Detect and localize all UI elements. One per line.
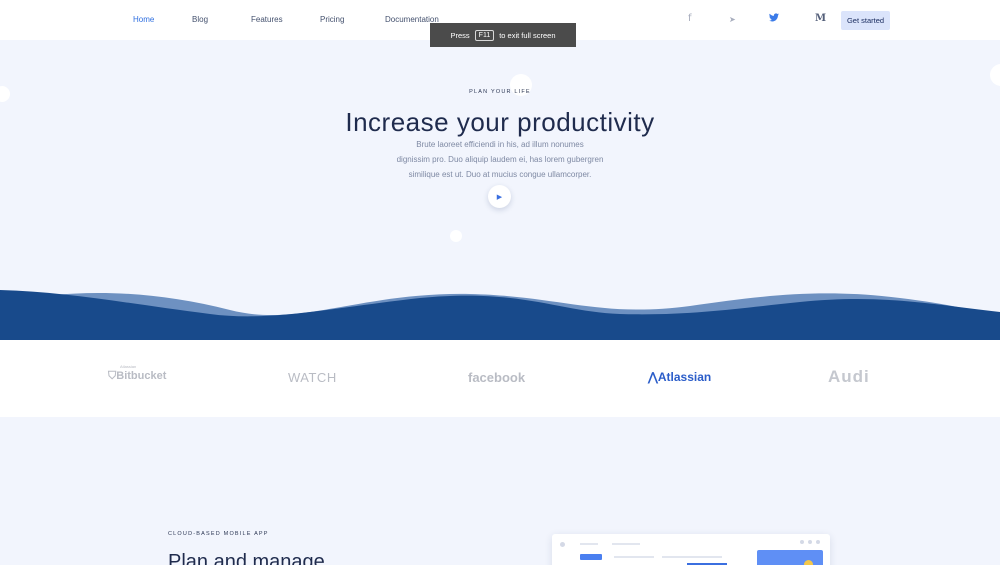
hero-waves <box>0 290 1000 340</box>
atlassian-logo-text: Atlassian <box>657 370 712 384</box>
telegram-icon[interactable]: ➤ <box>729 15 736 24</box>
hero-subtext-line: similique est ut. Duo at mucius congue u… <box>408 170 592 179</box>
mock-weather-card <box>757 550 823 565</box>
nav-link-pricing[interactable]: Pricing <box>320 15 344 24</box>
fullscreen-notice: Press F11 to exit full screen <box>430 23 576 47</box>
atlassian-icon: ⋀ <box>648 370 658 384</box>
facebook-logo: facebook <box>468 370 526 385</box>
features-eyebrow: CLOUD-BASED MOBILE APP <box>168 531 269 537</box>
decor-bubble <box>990 64 1000 86</box>
toast-press-text: Press <box>450 30 470 40</box>
mock-button <box>580 554 602 560</box>
atlassian-logo: ⋀Atlassian <box>648 370 711 384</box>
medium-icon[interactable]: M <box>815 13 826 24</box>
bitbucket-logo: Atlassian ⛉Bitbucket <box>108 364 167 383</box>
mock-dot <box>800 540 804 544</box>
toast-rest-text: to exit full screen <box>499 30 556 40</box>
hero-eyebrow: PLAN YOUR LIFE <box>469 89 531 95</box>
hero-subtext-line: dignissim pro. Duo aliquip laudem ei, ha… <box>396 155 604 164</box>
mock-dot <box>808 540 812 544</box>
play-icon: ▶ <box>496 193 503 201</box>
features-section: CLOUD-BASED MOBILE APP Plan and manage <box>0 417 1000 565</box>
apple-watch-logo: WATCH <box>288 370 337 385</box>
mock-dot <box>816 540 820 544</box>
bitbucket-logo-text: Bitbucket <box>116 370 167 382</box>
audi-logo: Audi <box>828 367 870 386</box>
bitbucket-logo-small-text: Atlassian <box>120 364 137 369</box>
get-started-button[interactable]: Get started <box>841 11 890 30</box>
mock-line <box>662 556 722 558</box>
mock-line <box>614 556 654 558</box>
hero-section: PLAN YOUR LIFE Increase your productivit… <box>0 40 1000 340</box>
apple-watch-logo-text: WATCH <box>288 370 337 385</box>
partner-logos: Atlassian ⛉Bitbucket WATCH facebook ⋀Atl… <box>0 340 1000 417</box>
bitbucket-logo-icon: ⛉ <box>108 370 117 382</box>
nav-link-home[interactable]: Home <box>133 15 154 24</box>
hero-headline: Increase your productivity <box>345 107 655 137</box>
nav-link-blog[interactable]: Blog <box>192 15 208 24</box>
nav-link-features[interactable]: Features <box>251 15 283 24</box>
facebook-icon[interactable]: f <box>688 13 692 24</box>
mock-line <box>580 543 598 545</box>
decor-bubble <box>450 230 462 242</box>
hero-subtext: Brute laoreet efficiendi in his, ad illu… <box>360 137 640 182</box>
hero-subtext-line: Brute laoreet efficiendi in his, ad illu… <box>416 140 584 149</box>
play-video-button[interactable]: ▶ <box>488 185 511 208</box>
mock-avatar <box>560 542 565 547</box>
features-heading: Plan and manage <box>168 551 325 565</box>
app-screenshot-mockup <box>552 534 830 565</box>
twitter-icon[interactable] <box>769 13 779 25</box>
sun-icon <box>804 560 813 565</box>
toast-key: F11 <box>474 29 495 41</box>
mock-line <box>612 543 640 545</box>
